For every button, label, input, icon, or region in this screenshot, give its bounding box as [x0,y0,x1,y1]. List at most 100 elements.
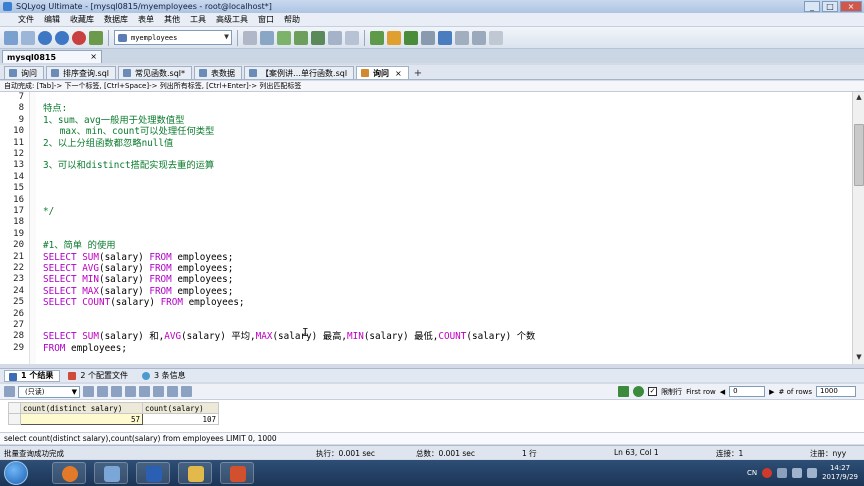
migrate-icon[interactable] [404,30,418,45]
menu-table[interactable]: 表单 [138,14,154,25]
schema-icon[interactable] [260,30,274,45]
result-toolbar: (只读) ▼ ✓ 限制行 First row ◀ 0 ▶ # of rows 1… [0,384,864,400]
filter-icon[interactable] [618,386,630,397]
next-page-icon[interactable]: ▶ [769,388,774,396]
import-icon[interactable] [311,30,325,45]
tab-sort-query[interactable]: 排序查询.sql [46,66,117,79]
menu-database[interactable]: 数据库 [104,14,128,25]
delete-icon[interactable] [125,386,136,397]
copy-icon[interactable] [97,386,108,397]
tab-label: 询问 [21,68,37,78]
scroll-thumb[interactable] [854,124,864,186]
firefox-icon [62,466,78,482]
tab-query-1[interactable]: 询问 [4,66,44,79]
grid-view-icon[interactable] [153,386,164,397]
stop-icon[interactable] [72,30,86,45]
taskbar-powerpoint[interactable] [220,462,254,484]
menu-help[interactable]: 帮助 [284,14,300,25]
taskbar-sqlyog[interactable] [94,462,128,484]
code-token: MAX [82,285,99,297]
text-view-icon[interactable] [167,386,178,397]
database-selector[interactable]: myemployees ▼ [114,30,232,45]
sql-editor[interactable]: 7 8 9 10 11 12 13 14 15 16 17 18 19 20 2… [0,92,852,364]
network-icon[interactable] [792,468,803,478]
save-icon[interactable] [83,386,94,397]
new-connection-icon[interactable] [4,30,18,45]
query-builder-icon[interactable] [455,30,469,45]
table-cell[interactable]: 107 [142,413,219,425]
connection-tab[interactable]: mysql0815 × [2,50,102,63]
copy-db-icon[interactable] [345,30,359,45]
notification-icon[interactable] [438,30,452,45]
rows-input[interactable]: 1000 [816,386,856,397]
keyboard-icon[interactable] [777,468,788,478]
menu-window[interactable]: 窗口 [258,14,274,25]
close-icon[interactable]: × [90,52,97,61]
line-number: 25 [13,297,24,308]
limit-checkbox[interactable]: ✓ [648,387,658,396]
refresh-icon[interactable] [633,386,645,397]
editor-scrollbar[interactable]: ▲ ▼ [852,92,864,364]
form-view-icon[interactable] [181,386,192,397]
table-icon[interactable] [243,30,257,45]
backup-icon[interactable] [277,30,291,45]
tab-case-single-row-functions[interactable]: 【案例讲…单行函数.sql [244,66,355,79]
sync-icon[interactable] [370,30,384,45]
taskbar-firefox[interactable] [52,462,86,484]
clock[interactable]: 14:27 2017/9/29 [822,464,858,482]
row-selector[interactable] [8,402,21,414]
code-token: SELECT [43,251,83,263]
taskbar-word[interactable] [136,462,170,484]
minimize-button[interactable]: _ [804,1,820,12]
row-count: 1 行 [522,449,537,458]
column-header[interactable]: count(distinct salary) [20,402,143,414]
start-button[interactable] [4,461,28,485]
tab-query-active[interactable]: 询问 × [356,66,409,79]
connect-icon[interactable] [21,30,35,45]
scroll-down-icon[interactable]: ▼ [854,353,864,363]
close-icon[interactable]: × [395,69,402,78]
schema-sync-icon[interactable] [387,30,401,45]
menu-other[interactable]: 其他 [164,14,180,25]
first-row-input[interactable]: 0 [729,386,766,397]
executed-sql: select count(distinct salary),count(sala… [0,432,864,444]
menu-edit[interactable]: 编辑 [44,14,60,25]
tab-label: 3 条信息 [154,371,186,380]
row-selector[interactable] [8,413,21,425]
line-number: 15 [13,183,24,194]
add-tab-button[interactable]: + [411,68,425,79]
tab-profiles[interactable]: 2 个配置文件 [64,370,134,382]
export-icon[interactable] [139,386,150,397]
tab-messages[interactable]: 3 条信息 [138,370,192,382]
menu-favorites[interactable]: 收藏库 [70,14,94,25]
close-button[interactable]: × [840,1,862,12]
menu-file[interactable]: 文件 [18,14,34,25]
job-icon[interactable] [421,30,435,45]
tab-table-data[interactable]: 表数据 [194,66,243,79]
tab-common-functions[interactable]: 常见函数.sql* [118,66,193,79]
execute-all-icon[interactable] [55,30,69,45]
maximize-button[interactable]: □ [822,1,838,12]
execute-query-icon[interactable] [38,30,52,45]
input-method-icon[interactable] [762,468,773,478]
restore-icon[interactable] [294,30,308,45]
menu-advanced-tools[interactable]: 高级工具 [216,14,248,25]
window-controls: _ □ × [804,1,862,12]
schema-designer-icon[interactable] [472,30,486,45]
volume-icon[interactable] [807,468,818,478]
table-cell[interactable]: 57 [20,413,143,425]
input-language[interactable]: CN [747,469,757,477]
scroll-up-icon[interactable]: ▲ [854,93,864,103]
taskbar-explorer[interactable] [178,462,212,484]
refresh-icon[interactable] [89,30,103,45]
column-header[interactable]: count(salary) [142,402,219,414]
paste-icon[interactable] [111,386,122,397]
result-mode-select[interactable]: (只读) ▼ [18,385,80,398]
table-header-row: count(distinct salary) count(salary) [8,402,219,414]
profiler-icon[interactable] [489,30,503,45]
prev-page-icon[interactable]: ◀ [720,388,725,396]
menu-tools[interactable]: 工具 [190,14,206,25]
tab-results[interactable]: 1 个结果 [4,369,61,382]
export-icon[interactable] [328,30,342,45]
grid-mode-icon[interactable] [4,386,15,397]
